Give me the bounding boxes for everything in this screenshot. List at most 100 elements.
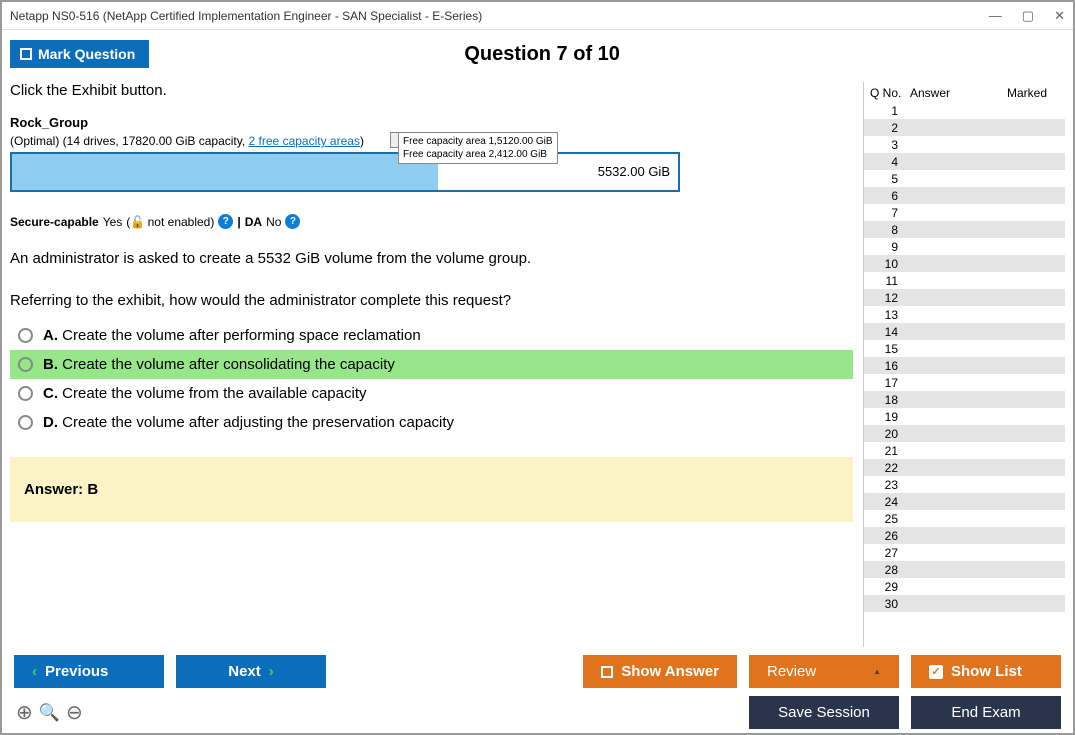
lock-icon: 🔓 <box>130 215 144 227</box>
question-list-row[interactable]: 21 <box>864 442 1065 459</box>
question-list-row[interactable]: 1 <box>864 102 1065 119</box>
col-marked: Marked <box>1007 86 1059 100</box>
button-row-1: ‹ Previous Next › Show Answer Review ▲ <box>14 655 1061 688</box>
question-list-row[interactable]: 10 <box>864 255 1065 272</box>
maximize-icon[interactable]: ▢ <box>1022 8 1034 24</box>
previous-button[interactable]: ‹ Previous <box>14 655 164 688</box>
capacity-tooltip: Free capacity area 1,5120.00 GiB Free ca… <box>398 132 558 164</box>
close-icon[interactable]: ✕ <box>1054 8 1065 24</box>
question-list-row[interactable]: 13 <box>864 306 1065 323</box>
question-list-row[interactable]: 15 <box>864 340 1065 357</box>
review-button[interactable]: Review ▲ <box>749 655 899 688</box>
option-row[interactable]: A. Create the volume after performing sp… <box>10 321 853 350</box>
question-list-row[interactable]: 24 <box>864 493 1065 510</box>
question-list-row[interactable]: 2 <box>864 119 1065 136</box>
secure-yes: Yes <box>103 215 123 229</box>
chevron-left-icon: ‹ <box>32 663 37 680</box>
radio-icon[interactable] <box>18 386 33 401</box>
secure-label: Secure-capable <box>10 215 99 229</box>
question-body-2: Referring to the exhibit, how would the … <box>10 289 853 313</box>
option-row[interactable]: C. Create the volume from the available … <box>10 379 853 408</box>
question-list-row[interactable]: 7 <box>864 204 1065 221</box>
da-value: No <box>266 215 281 229</box>
question-list-row[interactable]: 8 <box>864 221 1065 238</box>
main-area: Click the Exhibit button. Rock_Group (Op… <box>10 82 1065 647</box>
question-list-row[interactable]: 22 <box>864 459 1065 476</box>
answer-box: Answer: B <box>10 457 853 522</box>
chevron-right-icon: › <box>269 663 274 680</box>
end-exam-label: End Exam <box>951 704 1020 721</box>
minimize-icon[interactable]: — <box>989 8 1002 24</box>
free-capacity-link[interactable]: 2 free capacity areas <box>249 134 360 148</box>
zoom-reset-icon[interactable]: ⊕ <box>16 700 33 725</box>
option-text: A. Create the volume after performing sp… <box>43 327 421 344</box>
next-button[interactable]: Next › <box>176 655 326 688</box>
question-list-row[interactable]: 19 <box>864 408 1065 425</box>
options-list: A. Create the volume after performing sp… <box>10 321 853 437</box>
show-list-button[interactable]: ✓ Show List <box>911 655 1061 688</box>
radio-icon[interactable] <box>18 357 33 372</box>
question-list-row[interactable]: 4 <box>864 153 1065 170</box>
radio-icon[interactable] <box>18 328 33 343</box>
zoom-out-icon[interactable]: ⊖ <box>66 700 83 725</box>
tooltip-line-2: Free capacity area 2,412.00 GiB <box>403 148 553 161</box>
question-list-row[interactable]: 9 <box>864 238 1065 255</box>
question-list-row[interactable]: 26 <box>864 527 1065 544</box>
option-text: C. Create the volume from the available … <box>43 385 367 402</box>
list-header: Q No. Answer Marked <box>864 82 1065 102</box>
bottom-bar: ‹ Previous Next › Show Answer Review ▲ <box>10 647 1065 725</box>
previous-label: Previous <box>45 663 108 680</box>
save-session-button[interactable]: Save Session <box>749 696 899 729</box>
save-session-label: Save Session <box>778 704 870 721</box>
checkbox-icon <box>20 48 32 60</box>
question-list-row[interactable]: 28 <box>864 561 1065 578</box>
mark-question-label: Mark Question <box>38 46 135 62</box>
question-list-panel: Q No. Answer Marked 12345678910111213141… <box>863 82 1065 647</box>
option-text: D. Create the volume after adjusting the… <box>43 414 454 431</box>
zoom-in-icon[interactable]: 🔍 <box>39 703 60 723</box>
question-list-row[interactable]: 14 <box>864 323 1065 340</box>
show-list-label: Show List <box>951 663 1022 680</box>
question-list-row[interactable]: 5 <box>864 170 1065 187</box>
header-row: Mark Question Question 7 of 10 <box>10 36 1065 72</box>
question-list-row[interactable]: 30 <box>864 595 1065 612</box>
question-list-row[interactable]: 23 <box>864 476 1065 493</box>
col-qno: Q No. <box>870 86 910 100</box>
da-label: DA <box>245 215 262 229</box>
question-list-row[interactable]: 29 <box>864 578 1065 595</box>
window-title: Netapp NS0-516 (NetApp Certified Impleme… <box>10 9 989 23</box>
secure-capable-line: Secure-capable Yes (🔓( not enabled) not … <box>10 214 853 229</box>
free-capacity-label: 5532.00 GiB <box>598 164 670 179</box>
question-list-row[interactable]: 27 <box>864 544 1065 561</box>
titlebar: Netapp NS0-516 (NetApp Certified Impleme… <box>2 2 1073 30</box>
question-list-row[interactable]: 12 <box>864 289 1065 306</box>
question-list-row[interactable]: 25 <box>864 510 1065 527</box>
option-text: B. Create the volume after consolidating… <box>43 356 395 373</box>
question-list-row[interactable]: 17 <box>864 374 1065 391</box>
help-icon[interactable]: ? <box>285 214 300 229</box>
help-icon[interactable]: ? <box>218 214 233 229</box>
instruction-text: Click the Exhibit button. <box>10 82 853 99</box>
radio-icon[interactable] <box>18 415 33 430</box>
app-window: Netapp NS0-516 (NetApp Certified Impleme… <box>0 0 1075 735</box>
secure-note: (🔓( not enabled) not enabled) <box>126 215 214 229</box>
end-exam-button[interactable]: End Exam <box>911 696 1061 729</box>
zoom-controls: ⊕ 🔍 ⊖ <box>14 700 83 725</box>
question-list-row[interactable]: 16 <box>864 357 1065 374</box>
capacity-bar: 5532.00 GiB <box>10 152 680 192</box>
next-label: Next <box>228 663 261 680</box>
option-row[interactable]: B. Create the volume after consolidating… <box>10 350 853 379</box>
show-answer-button[interactable]: Show Answer <box>583 655 737 688</box>
question-list-row[interactable]: 18 <box>864 391 1065 408</box>
show-answer-label: Show Answer <box>621 663 719 680</box>
mark-question-button[interactable]: Mark Question <box>10 40 149 68</box>
question-list-row[interactable]: 6 <box>864 187 1065 204</box>
question-list-row[interactable]: 20 <box>864 425 1065 442</box>
question-pane: Click the Exhibit button. Rock_Group (Op… <box>10 82 857 647</box>
capacity-bar-wrap: Free capacity area 1,5120.00 GiB Free ca… <box>10 152 680 192</box>
question-list-row[interactable]: 11 <box>864 272 1065 289</box>
review-label: Review <box>767 663 816 680</box>
question-list-row[interactable]: 3 <box>864 136 1065 153</box>
option-row[interactable]: D. Create the volume after adjusting the… <box>10 408 853 437</box>
question-list[interactable]: 1234567891011121314151617181920212223242… <box>864 102 1065 647</box>
